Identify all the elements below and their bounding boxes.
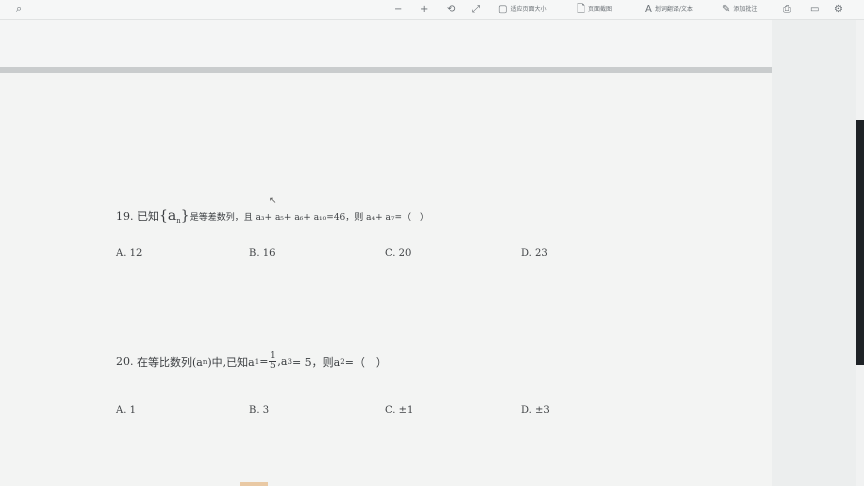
q20-option-a: A. 1 (116, 405, 136, 416)
q20-option-c: C. ±1 (385, 405, 414, 416)
annotate-label: 添加批注 (733, 6, 758, 13)
question-text-5: =（ ） (344, 355, 387, 369)
mouse-cursor-icon: ↖ (269, 196, 277, 206)
question-text: 已知 (137, 210, 159, 223)
sequence-brace-close: } (180, 208, 190, 224)
fit-page-button[interactable]: ▢ 适应页面大小 (498, 2, 546, 18)
fit-page-label: 适应页面大小 (510, 6, 547, 13)
fit-page-icon: ▢ (498, 4, 508, 15)
q19-option-a: A. 12 (116, 248, 143, 259)
pen-icon: ✎ (722, 4, 731, 15)
document-page (0, 73, 772, 486)
plus-icon: + (420, 4, 429, 15)
question-text-2: )中,已知a (207, 355, 255, 369)
annotate-button[interactable]: ✎ 添加批注 (722, 2, 757, 18)
search-icon[interactable]: ⌕ (16, 2, 30, 16)
question-text-4: = 5，则a (291, 355, 341, 369)
question-text-3: ,a (277, 355, 288, 368)
rotate-button[interactable]: ⟲ (447, 2, 455, 18)
doc-icon: 🗋 (577, 4, 586, 15)
print-icon: ⎙ (783, 4, 791, 15)
zoom-out-button[interactable]: − (394, 2, 402, 18)
question-20: 20. 在等比数列(a n )中,已知a 1 = 1 5 ,a 3 = 5，则a 2 =… (116, 352, 387, 371)
screen-edge (856, 120, 864, 365)
save-icon: ▭ (810, 4, 820, 15)
bottom-highlight (240, 482, 268, 486)
question-text-rest: 是等差数列，且 a₃+ a₅+ a₆+ a₁₀=46，则 a₄+ a₇=（ ） (189, 213, 430, 223)
expand-icon: ⤢ (472, 4, 480, 15)
question-19: 19. 已知{an}是等差数列，且 a₃+ a₅+ a₆+ a₁₀=46，则 a… (116, 208, 429, 225)
q19-option-d: D. 23 (521, 248, 548, 259)
equals-sign: = (259, 355, 269, 368)
screenshot-button[interactable]: 🗋 页面截图 (577, 2, 612, 18)
settings-icon: ⚙ (834, 4, 843, 15)
question-text: 在等比数列(a (137, 355, 203, 369)
previous-page-bottom (0, 20, 772, 67)
q19-option-c: C. 20 (385, 248, 412, 259)
question-number: 19. (116, 210, 134, 223)
q19-option-b: B. 16 (249, 248, 276, 259)
fullscreen-button[interactable]: ⤢ (472, 2, 480, 18)
viewer-margin (772, 20, 856, 486)
sequence-brace-open: {a (159, 208, 177, 224)
q20-option-d: D. ±3 (521, 405, 550, 416)
translate-label: 划词翻译/文本 (654, 6, 693, 13)
question-number: 20. (116, 355, 134, 368)
settings-button[interactable]: ⚙ (834, 2, 843, 18)
rotate-icon: ⟲ (447, 4, 456, 15)
zoom-controls: − (394, 2, 402, 18)
translate-button[interactable]: A 划词翻译/文本 (645, 2, 693, 18)
save-button[interactable]: ▭ (810, 2, 819, 18)
text-icon: A (645, 4, 652, 15)
viewer-toolbar: ⌕ − + ⟲ ⤢ ▢ 适应页面大小 🗋 页面截图 A 划词翻译/文本 ✎ 添加批注 ⎙… (0, 0, 864, 20)
minus-icon: − (394, 4, 403, 15)
fraction-numerator: 1 (270, 351, 276, 361)
q20-option-b: B. 3 (249, 405, 270, 416)
print-button[interactable]: ⎙ (783, 2, 791, 18)
screenshot-label: 页面截图 (588, 6, 613, 13)
fraction-denominator: 5 (270, 361, 276, 371)
fraction: 1 5 (269, 351, 277, 371)
zoom-in-button[interactable]: + (420, 2, 428, 18)
